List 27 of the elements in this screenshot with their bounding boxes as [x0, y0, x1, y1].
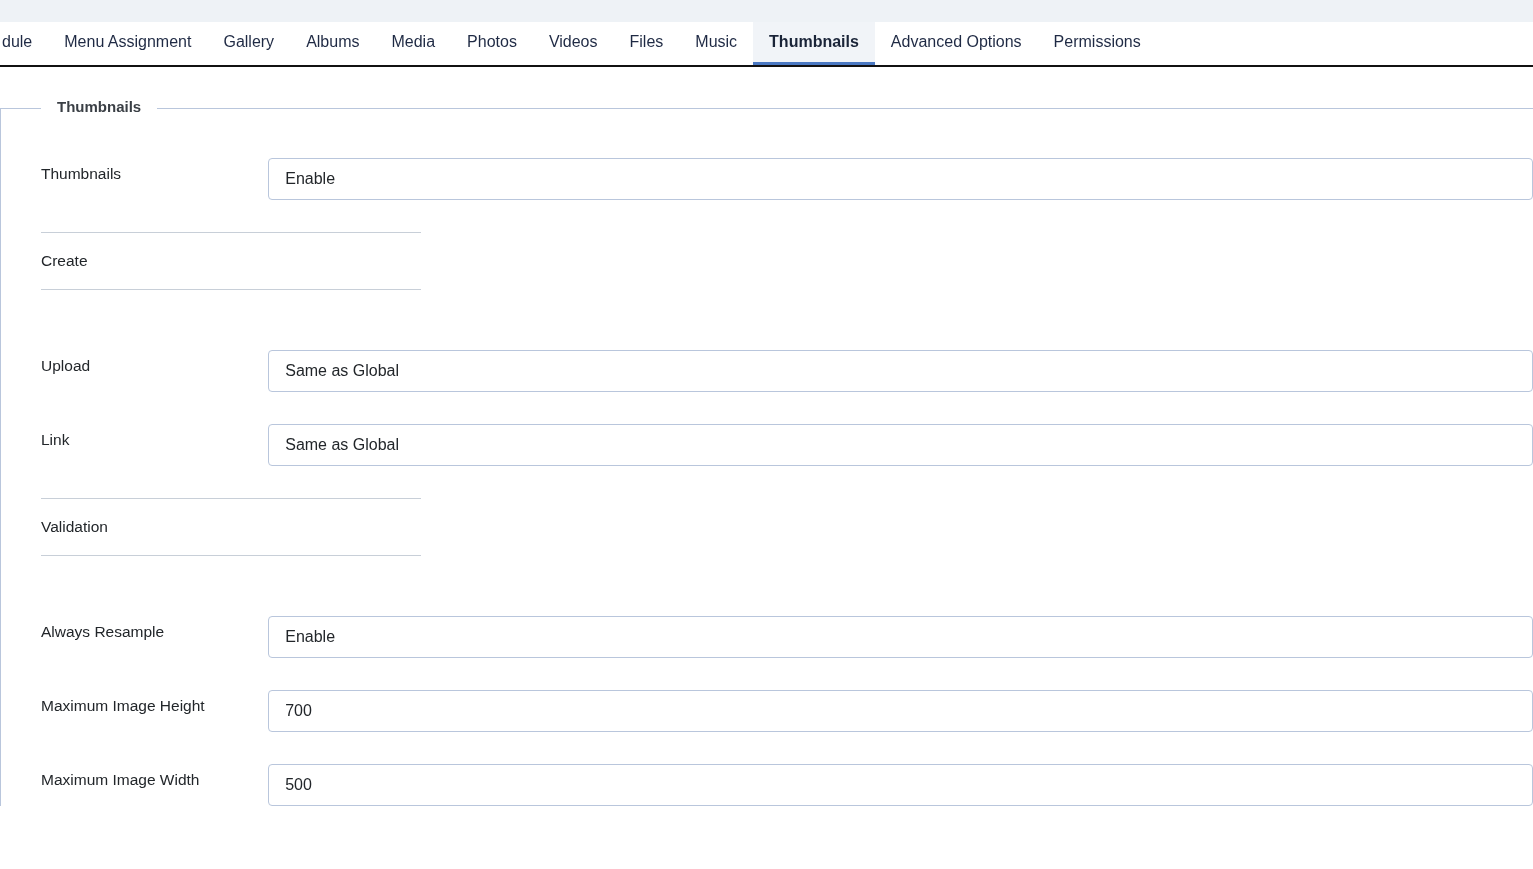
section-heading: Create	[41, 252, 88, 270]
input-field[interactable]: 700	[268, 690, 1533, 732]
select-field[interactable]: Enable	[268, 616, 1533, 658]
field-label: Link	[41, 430, 71, 450]
field-label: Maximum Image Height	[41, 696, 206, 716]
tab[interactable]: Menu Assignment	[48, 22, 208, 65]
tab[interactable]: Media	[375, 22, 452, 65]
field-label: Always Resample	[41, 622, 166, 642]
input-field[interactable]: 500	[268, 764, 1533, 806]
fieldset-legend: Thumbnails	[41, 98, 158, 115]
section-heading: Validation	[41, 518, 108, 536]
tab[interactable]: dule	[0, 22, 49, 65]
tab[interactable]: Gallery	[207, 22, 291, 65]
field-label: Thumbnails	[41, 164, 123, 184]
field-label: Maximum Image Width	[41, 770, 201, 790]
tab[interactable]: Videos	[532, 22, 614, 65]
tab[interactable]: Photos	[451, 22, 533, 65]
tab[interactable]: Advanced Options	[874, 22, 1038, 65]
tab[interactable]: Music	[679, 22, 754, 65]
field-label: Upload	[41, 356, 92, 376]
select-field[interactable]: Same as Global	[268, 350, 1533, 392]
tab[interactable]: Albums	[290, 22, 376, 65]
tab[interactable]: Permissions	[1037, 22, 1157, 65]
tab[interactable]: Files	[613, 22, 680, 65]
select-field[interactable]: Same as Global	[268, 424, 1533, 466]
tab[interactable]: Thumbnails	[753, 22, 875, 65]
select-field[interactable]: Enable	[268, 158, 1533, 200]
